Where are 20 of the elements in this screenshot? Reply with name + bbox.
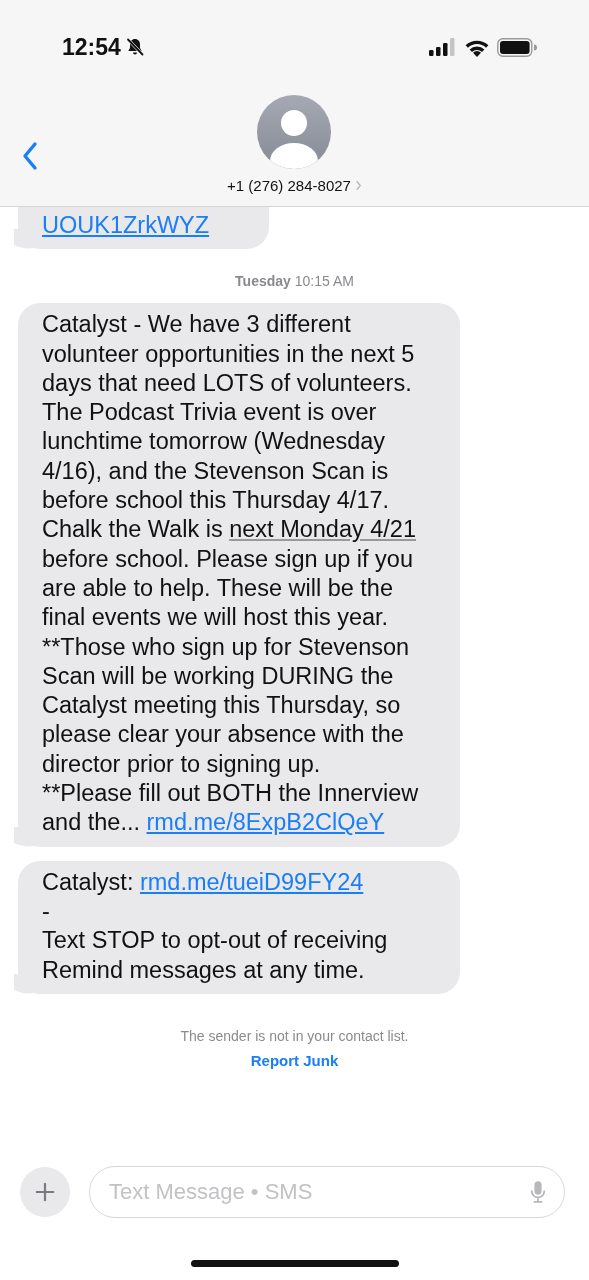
signal-icon: [429, 38, 457, 56]
plus-icon: [34, 1181, 56, 1203]
contact-name[interactable]: +1 (276) 284-8027: [227, 177, 362, 194]
message-input[interactable]: Text Message • SMS: [89, 1166, 565, 1218]
avatar-icon[interactable]: [257, 95, 332, 169]
message-link[interactable]: rmd.me/tueiD99FY24: [139, 868, 364, 895]
add-button[interactable]: [20, 1167, 70, 1217]
status-time: 12:54: [62, 33, 121, 61]
chevron-icon: [354, 180, 362, 191]
back-button[interactable]: [22, 141, 38, 171]
message-link[interactable]: UOUK1ZrkWYZ: [42, 212, 210, 238]
report-junk-link[interactable]: Report Junk: [250, 1051, 339, 1069]
message-text: Catalyst - We have 3 different volunteer opportunities in the next 5 days that need LOTS of volunteers. The Podcast Trivia event is over lunchtime tomorrow (Wednesday 4/16), and the Stevenson Scan is before school this Thursday 4/17. Chalk the Walk is next Monday 4/21 before school. Please sign up if you are able to help. These will be the final events we will host this year. **Those who sign up for Stevenson Scan will be working DURING the Catalyst meeting this Thursday, so please clear your absence with the director prior to signing up. **Please fill out BOTH the Innerview and the... rmd.me/8ExpB2ClQeY: [42, 310, 420, 838]
notice-text: The sender is not in your contact list.: [180, 1027, 409, 1044]
message-link[interactable]: rmd.me/8ExpB2ClQeY: [146, 809, 385, 836]
microphone-icon[interactable]: [529, 1180, 547, 1204]
date-link[interactable]: next Monday 4/21: [229, 516, 416, 543]
battery-icon: [497, 37, 537, 57]
timestamp: Tuesday 10:15 AM: [235, 273, 354, 290]
message-text: Catalyst: rmd.me/tueiD99FY24 - Text STOP to opt-out of receiving Remind messages at any time.: [42, 867, 389, 985]
